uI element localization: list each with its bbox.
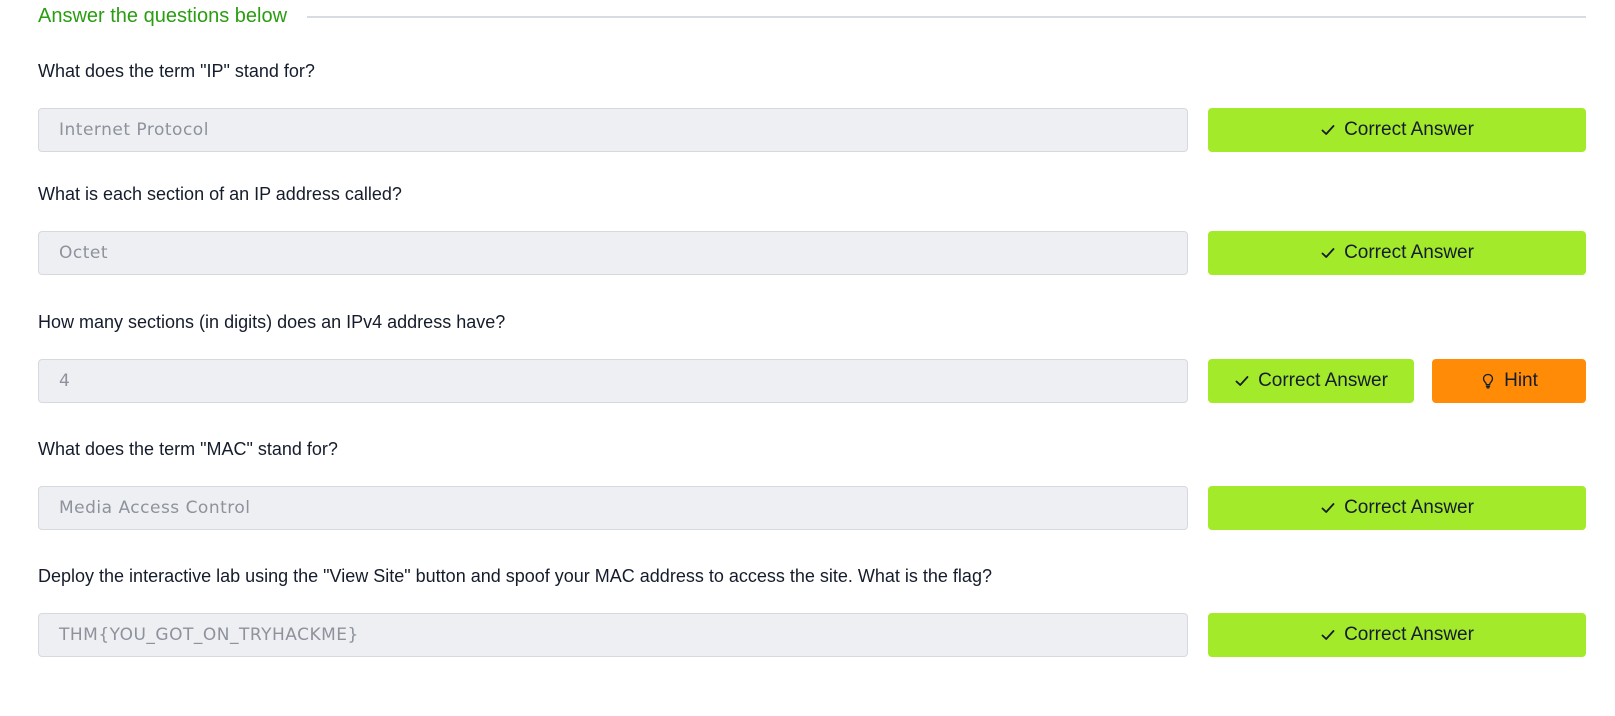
- answer-field[interactable]: 4: [38, 359, 1188, 403]
- answer-field[interactable]: Octet: [38, 231, 1188, 275]
- correct-answer-button[interactable]: Correct Answer: [1208, 613, 1586, 657]
- question-text: What is each section of an IP address ca…: [38, 184, 402, 204]
- correct-answer-label: Correct Answer: [1258, 370, 1388, 391]
- check-icon: [1234, 373, 1250, 389]
- correct-answer-button[interactable]: Correct Answer: [1208, 486, 1586, 530]
- section-title: Answer the questions below: [38, 4, 288, 27]
- section-header: Answer the questions below: [38, 0, 1586, 32]
- correct-answer-label: Correct Answer: [1344, 497, 1474, 518]
- lightbulb-icon: [1480, 373, 1496, 389]
- question-block: Deploy the interactive lab using the "Vi…: [38, 563, 1586, 695]
- answer-field[interactable]: Internet Protocol: [38, 108, 1188, 152]
- question-block: What does the term "IP" stand for? Inter…: [38, 58, 1586, 190]
- correct-answer-label: Correct Answer: [1344, 119, 1474, 140]
- answer-field[interactable]: Media Access Control: [38, 486, 1188, 530]
- hint-button[interactable]: Hint: [1432, 359, 1586, 403]
- check-icon: [1320, 245, 1336, 261]
- question-text: What does the term "MAC" stand for?: [38, 439, 338, 459]
- question-text: Deploy the interactive lab using the "Vi…: [38, 566, 992, 586]
- check-icon: [1320, 500, 1336, 516]
- question-block: How many sections (in digits) does an IP…: [38, 309, 1586, 441]
- correct-answer-button[interactable]: Correct Answer: [1208, 359, 1414, 403]
- correct-answer-label: Correct Answer: [1344, 242, 1474, 263]
- question-block: What does the term "MAC" stand for? Medi…: [38, 436, 1586, 568]
- check-icon: [1320, 627, 1336, 643]
- correct-answer-button[interactable]: Correct Answer: [1208, 108, 1586, 152]
- question-text: How many sections (in digits) does an IP…: [38, 312, 506, 332]
- section-divider: [307, 16, 1586, 18]
- correct-answer-label: Correct Answer: [1344, 624, 1474, 645]
- question-block: What is each section of an IP address ca…: [38, 181, 1586, 313]
- hint-label: Hint: [1504, 370, 1538, 391]
- correct-answer-button[interactable]: Correct Answer: [1208, 231, 1586, 275]
- check-icon: [1320, 122, 1336, 138]
- question-text: What does the term "IP" stand for?: [38, 61, 315, 81]
- answer-field[interactable]: THM{YOU_GOT_ON_TRYHACKME}: [38, 613, 1188, 657]
